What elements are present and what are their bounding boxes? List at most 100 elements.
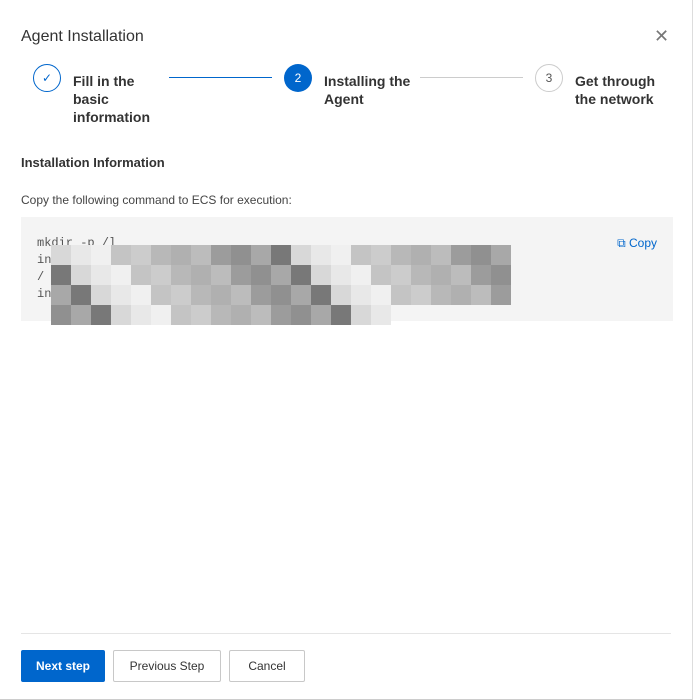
redaction-block (351, 265, 371, 285)
redaction-block (391, 245, 411, 265)
check-icon: ✓ (33, 64, 61, 92)
redaction-block (411, 265, 431, 285)
step-connector (169, 77, 272, 78)
next-step-button[interactable]: Next step (21, 650, 105, 682)
redaction-block (171, 245, 191, 265)
redaction-block (411, 245, 431, 265)
redaction-block (371, 265, 391, 285)
redaction-block (331, 265, 351, 285)
redaction-block (451, 245, 471, 265)
redaction-block (91, 285, 111, 305)
command-box[interactable]: mkdir -p /l in / in ⧉ Copy (21, 217, 673, 325)
redaction-block (151, 305, 171, 325)
redaction-block (311, 305, 331, 325)
redacted-command (51, 245, 511, 325)
redaction-block (271, 265, 291, 285)
redaction-block (111, 265, 131, 285)
redaction-block (171, 265, 191, 285)
step-3-number: 3 (535, 64, 563, 92)
redaction-block (131, 305, 151, 325)
redaction-block (71, 285, 91, 305)
step-1-label: Fill in the basic information (73, 73, 150, 125)
redaction-block (471, 265, 491, 285)
redaction-block (331, 285, 351, 305)
redaction-block (291, 245, 311, 265)
redaction-block (91, 245, 111, 265)
redaction-block (91, 265, 111, 285)
redaction-block (271, 285, 291, 305)
redaction-block (171, 305, 191, 325)
instruction-text: Copy the following command to ECS for ex… (21, 193, 292, 207)
redaction-block (131, 285, 151, 305)
redaction-block (351, 245, 371, 265)
redaction-block (311, 265, 331, 285)
redaction-block (151, 245, 171, 265)
redaction-block (311, 285, 331, 305)
redaction-block (211, 285, 231, 305)
redaction-block (111, 245, 131, 265)
redaction-block (51, 245, 71, 265)
redaction-block (51, 285, 71, 305)
redaction-block (171, 285, 191, 305)
redaction-block (211, 245, 231, 265)
redaction-block (371, 245, 391, 265)
redaction-block (471, 285, 491, 305)
redaction-block (211, 305, 231, 325)
redaction-block (491, 285, 511, 305)
redaction-block (71, 305, 91, 325)
redaction-block (331, 245, 351, 265)
redaction-block (371, 305, 391, 325)
redaction-block (451, 285, 471, 305)
redaction-block (491, 245, 511, 265)
redaction-block (311, 245, 331, 265)
step-3-label: Get through the network (575, 73, 656, 107)
redaction-block (91, 305, 111, 325)
copy-button[interactable]: ⧉ Copy (617, 236, 657, 251)
redaction-block (431, 245, 451, 265)
section-title: Installation Information (21, 155, 165, 170)
redaction-block (231, 305, 251, 325)
redaction-block (331, 305, 351, 325)
step-2-number: 2 (284, 64, 312, 92)
redaction-block (151, 285, 171, 305)
redaction-block (431, 265, 451, 285)
redaction-block (451, 265, 471, 285)
redaction-block (251, 305, 271, 325)
redaction-block (71, 265, 91, 285)
redaction-block (371, 285, 391, 305)
redaction-block (211, 265, 231, 285)
redaction-block (71, 245, 91, 265)
redaction-block (291, 265, 311, 285)
redaction-block (231, 265, 251, 285)
cancel-button[interactable]: Cancel (229, 650, 305, 682)
redaction-block (191, 285, 211, 305)
redaction-block (131, 265, 151, 285)
redaction-block (251, 265, 271, 285)
copy-icon: ⧉ (617, 236, 626, 250)
redaction-block (391, 285, 411, 305)
redaction-block (431, 285, 451, 305)
redaction-block (111, 305, 131, 325)
previous-step-button[interactable]: Previous Step (113, 650, 221, 682)
redaction-block (391, 265, 411, 285)
divider (21, 633, 671, 634)
redaction-block (351, 285, 371, 305)
step-2-label: Installing the Agent (324, 73, 411, 107)
step-connector (420, 77, 523, 78)
redaction-block (191, 305, 211, 325)
redaction-block (251, 245, 271, 265)
redaction-block (51, 305, 71, 325)
redaction-block (191, 245, 211, 265)
redaction-block (231, 285, 251, 305)
redaction-block (351, 305, 371, 325)
redaction-block (231, 245, 251, 265)
redaction-block (471, 245, 491, 265)
dialog-title: Agent Installation (21, 28, 144, 45)
redaction-block (291, 285, 311, 305)
redaction-block (111, 285, 131, 305)
close-icon[interactable]: ✕ (654, 27, 669, 45)
redaction-block (411, 285, 431, 305)
redaction-block (491, 265, 511, 285)
redaction-block (151, 265, 171, 285)
redaction-block (131, 245, 151, 265)
